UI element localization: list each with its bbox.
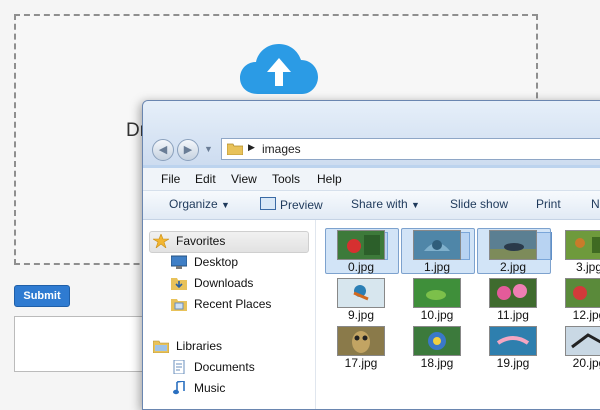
image-thumbnail	[565, 230, 600, 260]
image-thumbnail	[489, 278, 537, 308]
downloads-folder-icon	[171, 278, 187, 290]
folder-icon	[227, 143, 243, 155]
file-name: 20.jpg	[572, 356, 600, 370]
libraries-icon	[153, 340, 169, 353]
file-item[interactable]: 2.jpg	[478, 229, 548, 275]
file-name: 18.jpg	[420, 356, 454, 370]
file-item[interactable]: 12.jpg	[554, 277, 600, 323]
back-button[interactable]: ◀	[152, 139, 174, 161]
command-bar: Organize ▼ Preview Share with ▼ Slide sh…	[143, 191, 600, 220]
image-thumbnail	[413, 278, 461, 308]
preview-label: Preview	[280, 198, 323, 212]
preview-button[interactable]: Preview	[260, 197, 323, 212]
submit-button[interactable]: Submit	[14, 285, 70, 307]
file-name: 2.jpg	[499, 260, 527, 274]
file-list-pane[interactable]: 0.jpg 1.jpg 2.jpg 3.jpg 9.jpg 10.jpg 11.…	[316, 220, 600, 409]
image-thumbnail	[565, 326, 600, 356]
file-name: 17.jpg	[344, 356, 378, 370]
menu-view[interactable]: View	[231, 172, 257, 186]
star-icon	[153, 234, 169, 248]
file-item[interactable]: 3.jpg	[554, 229, 600, 275]
recent-pages-dropdown[interactable]: ▼	[204, 144, 213, 154]
file-name: 11.jpg	[497, 308, 529, 322]
menu-file[interactable]: File	[161, 172, 180, 186]
file-name: 10.jpg	[420, 308, 454, 322]
image-thumbnail	[337, 326, 385, 356]
menu-tools[interactable]: Tools	[272, 172, 300, 186]
nav-label: Downloads	[194, 276, 254, 290]
image-thumbnail	[413, 326, 461, 356]
file-name: 12.jpg	[572, 308, 600, 322]
menu-help[interactable]: Help	[317, 172, 342, 186]
file-item[interactable]: 0.jpg	[326, 229, 396, 275]
file-name: 3.jpg	[575, 260, 600, 274]
documents-icon	[173, 360, 185, 374]
arrow-left-icon: ◀	[158, 144, 168, 156]
file-item[interactable]: 1.jpg	[402, 229, 472, 275]
nav-label: Recent Places	[194, 297, 272, 311]
arrow-right-icon: ▶	[183, 144, 193, 156]
new-folder-button[interactable]: N	[591, 197, 600, 211]
nav-label: Music	[194, 381, 226, 395]
recent-places-icon	[171, 299, 187, 311]
image-thumbnail	[337, 230, 385, 260]
forward-button[interactable]: ▶	[177, 139, 199, 161]
nav-label: Desktop	[194, 255, 239, 269]
chevron-down-icon: ▼	[411, 200, 420, 210]
desktop-icon	[171, 255, 187, 269]
file-item[interactable]: 10.jpg	[402, 277, 472, 323]
address-bar[interactable]: ▶ images	[221, 138, 600, 160]
share-with-label: Share with	[351, 197, 408, 211]
nav-label: Libraries	[176, 339, 223, 353]
chevron-down-icon: ▼	[221, 200, 230, 210]
file-item[interactable]: 9.jpg	[326, 277, 396, 323]
address-text[interactable]: images	[262, 142, 301, 156]
organize-button[interactable]: Organize ▼	[169, 197, 230, 211]
file-item[interactable]: 18.jpg	[402, 325, 472, 371]
print-button[interactable]: Print	[536, 197, 561, 211]
image-thumbnail	[489, 230, 537, 260]
file-name: 9.jpg	[347, 308, 375, 322]
file-explorer-window[interactable]: ◀ ▶ ▼ ▶ images File Edit View Tools Help…	[142, 100, 600, 410]
menu-bar: File Edit View Tools Help	[143, 168, 600, 191]
file-item[interactable]: 17.jpg	[326, 325, 396, 371]
slide-show-button[interactable]: Slide show	[450, 197, 508, 211]
file-name: 0.jpg	[347, 260, 375, 274]
music-note-icon	[173, 381, 185, 395]
file-item[interactable]: 20.jpg	[554, 325, 600, 371]
file-item[interactable]: 19.jpg	[478, 325, 548, 371]
image-thumbnail	[413, 230, 461, 260]
image-thumbnail	[565, 278, 600, 308]
file-item[interactable]: 11.jpg	[478, 277, 548, 323]
nav-label: Documents	[194, 360, 255, 374]
organize-label: Organize	[169, 197, 218, 211]
image-thumbnail	[337, 278, 385, 308]
cloud-upload-icon	[240, 44, 318, 94]
navigation-pane[interactable]: Favorites Desktop Downloads Recent Place…	[143, 220, 316, 409]
nav-selection-highlight	[149, 231, 309, 253]
share-with-button[interactable]: Share with ▼	[351, 197, 420, 211]
image-thumbnail	[489, 326, 537, 356]
menu-edit[interactable]: Edit	[195, 172, 216, 186]
file-name: 19.jpg	[496, 356, 530, 370]
breadcrumb-arrow-icon[interactable]: ▶	[248, 142, 255, 153]
preview-icon	[260, 197, 276, 210]
nav-label: Favorites	[176, 234, 226, 248]
file-name: 1.jpg	[423, 260, 451, 274]
